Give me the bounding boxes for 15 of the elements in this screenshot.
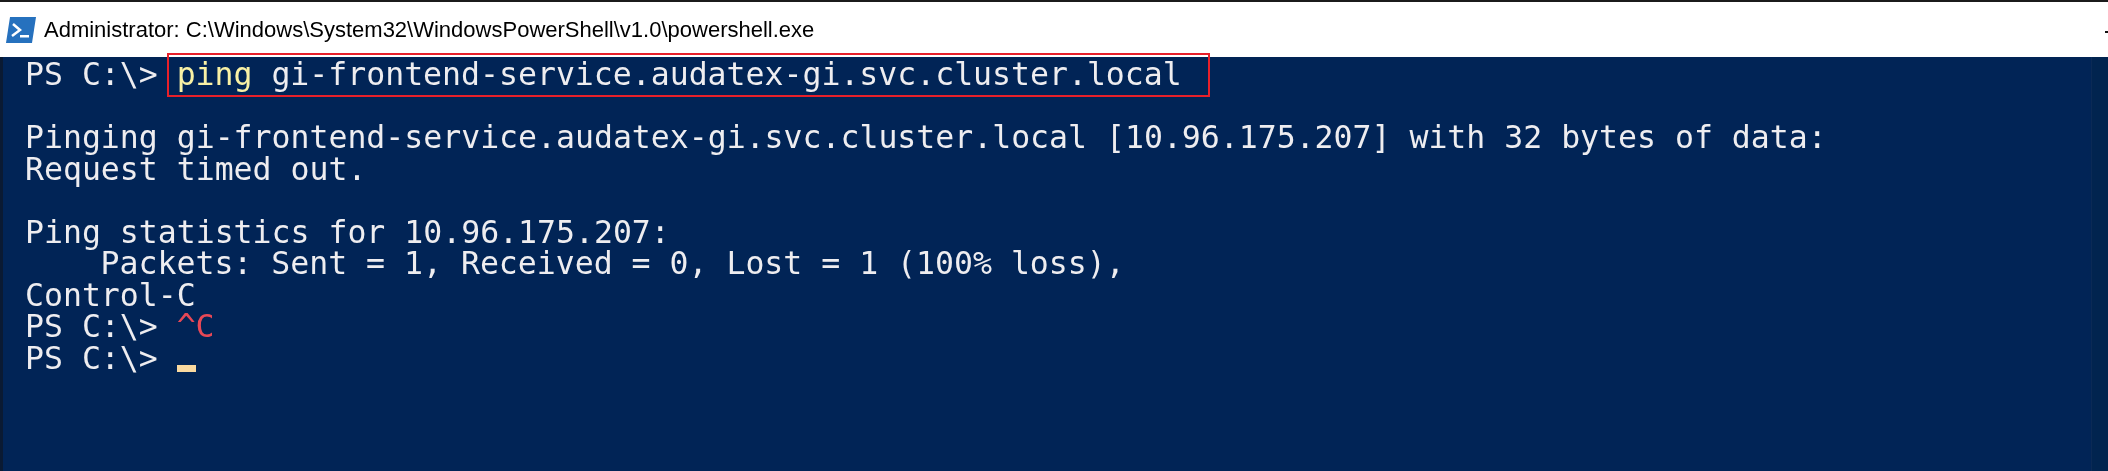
prompt: PS C:\>	[25, 59, 158, 91]
scrollbar[interactable]	[2091, 57, 2108, 471]
output-text: Packets: Sent = 1, Received = 0, Lost = 1 (100% loss),	[100, 248, 1125, 280]
command-name: ping	[176, 59, 253, 91]
prompt: PS C:\>	[25, 342, 158, 374]
output-text: Ping statistics for 10.96.175.207:	[25, 216, 670, 248]
output-text: Pinging gi-frontend-service.audatex-gi.svc.cluster.local [10.96.175.207] with 32 bytes of data:	[25, 122, 1827, 154]
interrupt-text: ^C	[176, 311, 215, 343]
powershell-icon	[6, 16, 36, 43]
window-title: Administrator: C:\Windows\System32\WindowsPowerShell\v1.0\powershell.exe	[44, 16, 816, 43]
minimize-icon[interactable]	[2105, 30, 2108, 33]
cursor	[176, 365, 196, 372]
prompt: PS C:\>	[25, 311, 158, 343]
output-text: Control-C	[25, 279, 196, 311]
command-argument: gi-frontend-service.audatex-gi.svc.cluster.local	[271, 59, 1182, 91]
